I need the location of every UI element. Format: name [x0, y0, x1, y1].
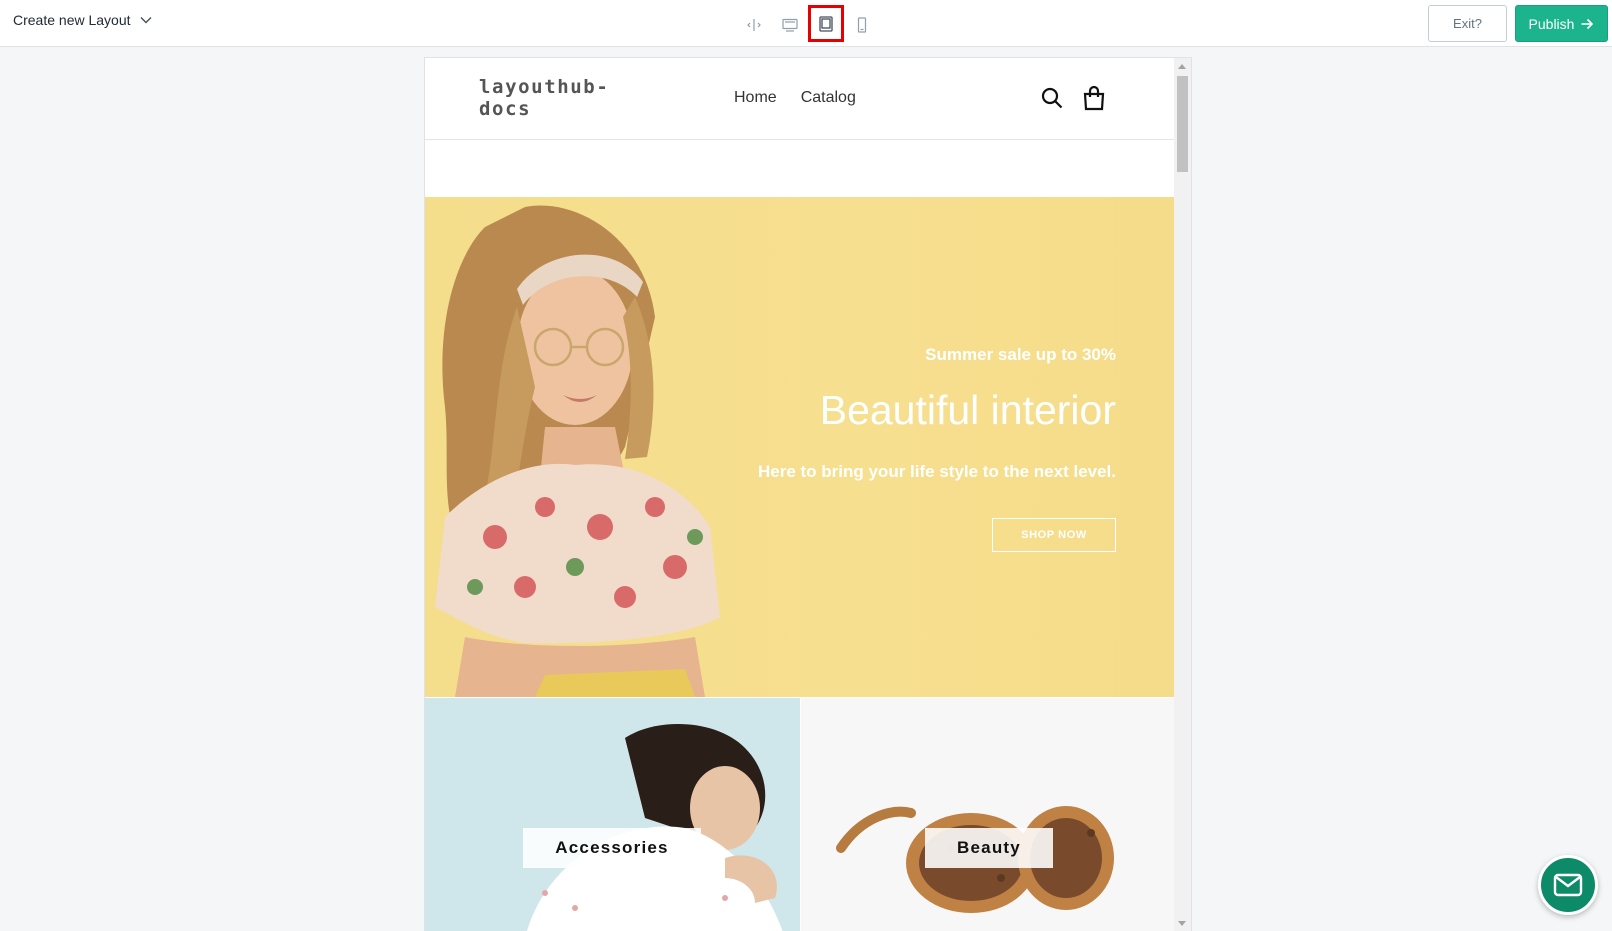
sunglasses-image: [836, 806, 1114, 913]
publish-button[interactable]: Publish: [1515, 5, 1608, 42]
hero-text-block: Summer sale up to 30% Beautiful interior…: [716, 197, 1116, 697]
collection-tile-beauty[interactable]: Beauty: [801, 698, 1176, 931]
store-nav: Home Catalog: [734, 89, 856, 107]
tile-label-beauty: Beauty: [925, 828, 1053, 868]
tile-label-accessories: Accessories: [523, 828, 701, 868]
store-header: layouthub-docs Home Catalog: [425, 58, 1176, 140]
hero-subtitle: Summer sale up to 30%: [925, 345, 1116, 364]
tablet-icon: [819, 15, 833, 32]
tablet-preview-frame: layouthub-docs Home Catalog Summer sale …: [424, 57, 1192, 931]
mobile-mode-button[interactable]: [844, 8, 880, 41]
mobile-icon: [857, 16, 867, 33]
resize-horizontal-icon: [747, 18, 761, 31]
header-icons: [1040, 85, 1106, 111]
chevron-down-icon: [140, 17, 152, 24]
exit-button[interactable]: Exit?: [1428, 5, 1507, 42]
device-mode-group: [736, 5, 880, 42]
shopping-bag-icon[interactable]: [1082, 85, 1106, 111]
desktop-icon: [782, 18, 798, 32]
store-logo[interactable]: layouthub-docs: [479, 76, 629, 120]
exit-button-label: Exit?: [1453, 16, 1482, 31]
arrow-right-icon: [1581, 18, 1594, 29]
layout-select-label: Create new Layout: [13, 12, 131, 28]
fullwidth-mode-button[interactable]: [736, 8, 772, 41]
scroll-up-arrow-icon[interactable]: [1178, 64, 1186, 69]
collection-tile-accessories[interactable]: Accessories: [425, 698, 800, 931]
hero-title: Beautiful interior: [819, 387, 1116, 433]
shop-now-button[interactable]: SHOP NOW: [992, 518, 1116, 552]
store-page: layouthub-docs Home Catalog Summer sale …: [425, 58, 1176, 931]
publish-button-label: Publish: [1528, 15, 1575, 32]
hero-banner: Summer sale up to 30% Beautiful interior…: [425, 197, 1176, 697]
hero-description: Here to bring your life style to the nex…: [757, 462, 1116, 481]
layout-select-dropdown[interactable]: Create new Layout: [13, 12, 153, 28]
accessories-model-image: [527, 724, 783, 931]
mail-icon: [1553, 873, 1583, 897]
search-icon[interactable]: [1040, 85, 1064, 111]
hero-model-image: [435, 205, 720, 697]
desktop-mode-button[interactable]: [772, 8, 808, 41]
preview-scrollbar[interactable]: [1174, 58, 1191, 931]
scroll-thumb[interactable]: [1177, 76, 1188, 172]
chat-button[interactable]: [1538, 855, 1598, 915]
collection-tiles: Accessories Beauty: [425, 698, 1176, 931]
editor-toolbar: Create new Layout Exit? Publish: [0, 0, 1612, 47]
tablet-mode-button[interactable]: [808, 5, 844, 42]
nav-item-home[interactable]: Home: [734, 89, 777, 107]
scroll-down-arrow-icon[interactable]: [1178, 921, 1186, 926]
nav-item-catalog[interactable]: Catalog: [801, 89, 856, 107]
